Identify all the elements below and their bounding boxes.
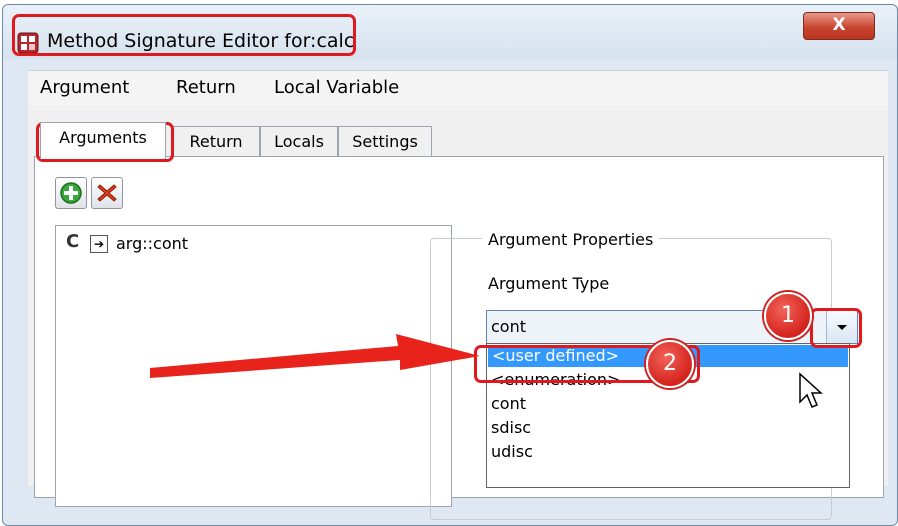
menu-bar: Argument Return Local Variable (28, 70, 888, 108)
list-item[interactable]: C ➔ arg::cont (62, 230, 322, 258)
mouse-cursor-icon (799, 372, 823, 408)
option-cont[interactable]: cont (491, 394, 526, 413)
option-sdisc[interactable]: sdisc (491, 418, 531, 437)
step-badge-1: 1 (764, 292, 812, 340)
class-type-icon: C (66, 231, 80, 252)
argument-type-value: cont (491, 317, 526, 336)
arrow-right-icon: ➔ (90, 235, 108, 253)
step-badge-2: 2 (646, 340, 694, 388)
option-udisc[interactable]: udisc (491, 442, 533, 461)
title-highlight (12, 14, 356, 56)
dropdown-button-highlight (810, 308, 862, 348)
pointer-arrow-icon (150, 334, 480, 378)
add-icon (60, 182, 82, 204)
tab-locals[interactable]: Locals (260, 126, 338, 157)
tab-settings[interactable]: Settings (338, 126, 432, 157)
argument-properties-title: Argument Properties (482, 230, 660, 249)
argument-type-label: Argument Type (488, 274, 610, 293)
delete-argument-button[interactable] (91, 177, 123, 209)
close-button[interactable]: X (803, 12, 875, 40)
tab-return[interactable]: Return (172, 126, 260, 157)
menu-return[interactable]: Return (176, 77, 236, 98)
argument-name: arg::cont (116, 234, 189, 253)
delete-icon (97, 184, 117, 202)
menu-argument[interactable]: Argument (40, 77, 129, 98)
add-argument-button[interactable] (55, 177, 87, 209)
menu-local-variable[interactable]: Local Variable (274, 77, 399, 98)
tab-arguments[interactable]: Arguments (40, 122, 166, 159)
